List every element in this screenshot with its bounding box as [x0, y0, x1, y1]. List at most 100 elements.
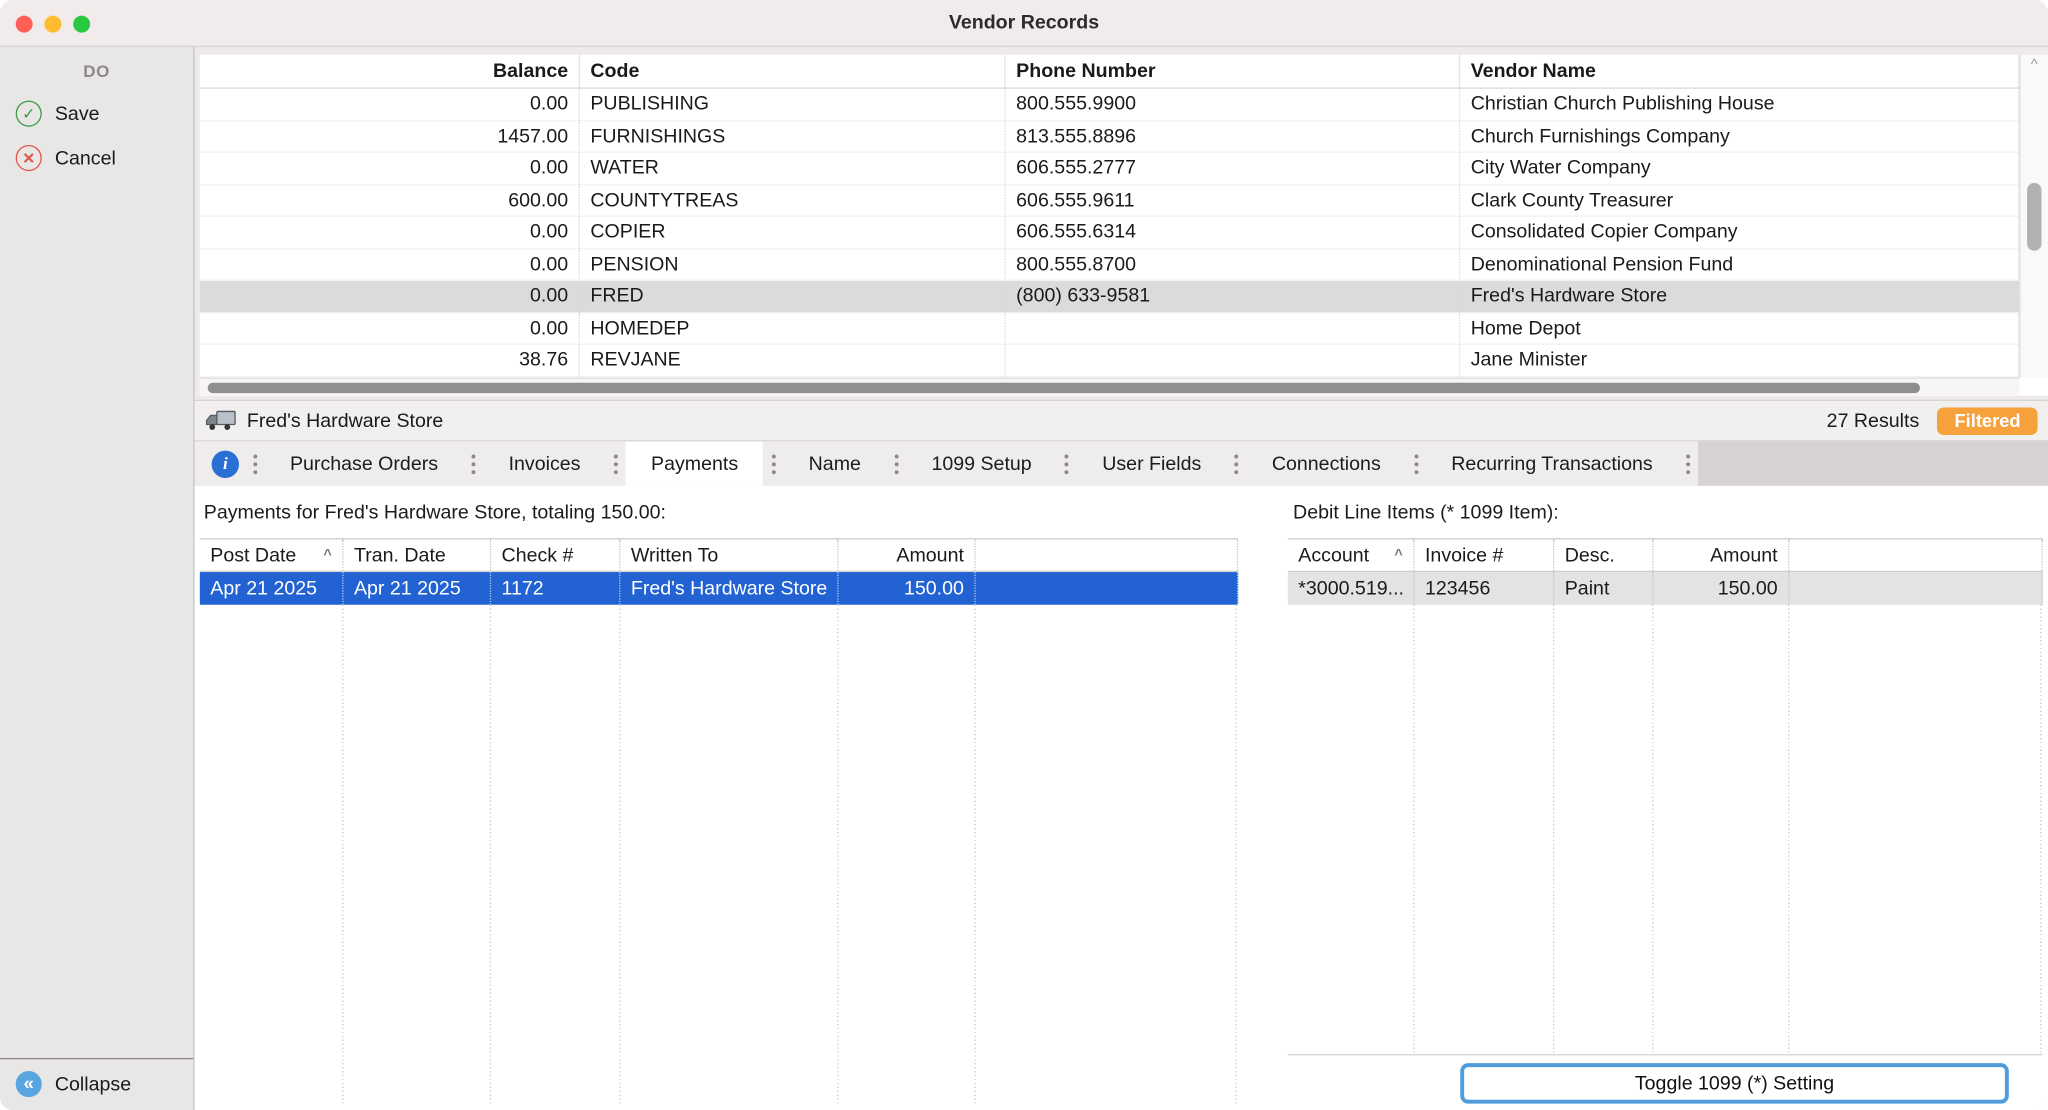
info-icon[interactable]: i [212, 450, 239, 477]
collapse-button[interactable]: « Collapse [0, 1059, 193, 1110]
column-header-post-date[interactable]: Post Date ^ [200, 539, 344, 570]
column-header-amount[interactable]: Amount [1654, 539, 1790, 570]
tab-recurring-transactions[interactable]: Recurring Transactions [1426, 441, 1677, 485]
window-title: Vendor Records [949, 12, 1099, 34]
tab-payments[interactable]: Payments [626, 441, 763, 485]
vendor-row[interactable]: 0.00 HOMEDEP Home Depot [200, 313, 2019, 345]
zoom-window-button[interactable] [73, 15, 90, 32]
column-header-written-to[interactable]: Written To [620, 539, 838, 570]
payment-post-date: Apr 21 2025 [200, 572, 344, 605]
vertical-scrollbar[interactable]: ^ [2019, 55, 2048, 378]
drag-handle-icon [244, 441, 265, 485]
close-window-button[interactable] [16, 15, 33, 32]
window-controls [16, 0, 90, 47]
vendor-name: Church Furnishings Company [1460, 121, 2019, 153]
vendor-phone: 606.555.2777 [1006, 153, 1461, 185]
vendor-balance: 38.76 [200, 345, 580, 377]
drag-handle-icon [1057, 441, 1078, 485]
column-header-label: Account [1298, 544, 1369, 566]
vendor-row[interactable]: 38.76 REVJANE Jane Minister [200, 345, 2019, 377]
tab-purchase-orders[interactable]: Purchase Orders [265, 441, 463, 485]
toggle-1099-setting-button[interactable]: Toggle 1099 (*) Setting [1460, 1063, 2009, 1103]
truck-icon [205, 410, 236, 431]
vendor-code: REVJANE [580, 345, 1006, 377]
column-header-invoice-number[interactable]: Invoice # [1415, 539, 1555, 570]
tab-bar-fill [1698, 441, 2048, 485]
vendor-row[interactable]: 0.00 PENSION 800.555.8700 Denominational… [200, 249, 2019, 281]
debit-desc: Paint [1554, 572, 1653, 605]
debit-invoice-number: 123456 [1415, 572, 1555, 605]
sidebar-section-header: DO [0, 47, 193, 91]
vendor-balance: 0.00 [200, 217, 580, 249]
payment-row-selected[interactable]: Apr 21 2025 Apr 21 2025 1172 Fred's Hard… [200, 572, 1238, 605]
cancel-button-label: Cancel [55, 147, 116, 169]
vendor-name: Jane Minister [1460, 345, 2019, 377]
tab-bar: i Purchase Orders Invoices Payments Name… [195, 441, 2048, 485]
vendor-code: FURNISHINGS [580, 121, 1006, 153]
column-header-account[interactable]: Account ^ [1288, 539, 1415, 570]
column-header-balance[interactable]: Balance [200, 55, 580, 88]
info-button-wrap: i [195, 441, 245, 485]
vendor-code: PUBLISHING [580, 89, 1006, 121]
vendor-phone [1006, 345, 1461, 377]
filtered-badge[interactable]: Filtered [1938, 407, 2038, 434]
collapse-chevrons-icon: « [16, 1071, 42, 1097]
drag-handle-icon [1678, 441, 1699, 485]
sort-ascending-icon: ^ [323, 547, 331, 563]
cancel-button[interactable]: × Cancel [0, 136, 193, 180]
vendor-row[interactable]: 0.00 PUBLISHING 800.555.9900 Christian C… [200, 89, 2019, 121]
column-header-empty [1789, 539, 2042, 570]
tab-user-fields[interactable]: User Fields [1077, 441, 1226, 485]
vendor-phone: 813.555.8896 [1006, 121, 1461, 153]
vendor-balance: 0.00 [200, 153, 580, 185]
vendor-name: Home Depot [1460, 313, 2019, 345]
debit-amount: 150.00 [1654, 572, 1790, 605]
tab-connections[interactable]: Connections [1247, 441, 1406, 485]
vendor-row[interactable]: 1457.00 FURNISHINGS 813.555.8896 Church … [200, 121, 2019, 153]
column-header-code[interactable]: Code [580, 55, 1006, 88]
column-header-amount[interactable]: Amount [839, 539, 976, 570]
horizontal-scrollbar[interactable] [200, 377, 2019, 395]
tab-1099-setup[interactable]: 1099 Setup [907, 441, 1057, 485]
save-button[interactable]: ✓ Save [0, 91, 193, 135]
tab-invoices[interactable]: Invoices [484, 441, 606, 485]
column-header-label: Post Date [210, 544, 296, 566]
debit-items-caption: Debit Line Items (* 1099 Item): [1293, 502, 1559, 524]
vendor-name: City Water Company [1460, 153, 2019, 185]
column-header-empty [976, 539, 1239, 570]
debit-line-items-table: Account ^ Invoice # Desc. Amount *3000.5… [1288, 538, 2043, 1055]
vendor-row[interactable]: 0.00 WATER 606.555.2777 City Water Compa… [200, 153, 2019, 185]
drag-handle-icon [605, 441, 626, 485]
check-icon: ✓ [16, 101, 42, 127]
horizontal-scrollbar-thumb[interactable] [208, 383, 1920, 393]
column-header-desc[interactable]: Desc. [1554, 539, 1653, 570]
tab-name[interactable]: Name [784, 441, 886, 485]
minimize-window-button[interactable] [44, 15, 61, 32]
column-header-phone-number[interactable]: Phone Number [1006, 55, 1461, 88]
results-count: 27 Results [1827, 409, 1920, 431]
debit-line-row-selected[interactable]: *3000.519... 123456 Paint 150.00 [1288, 572, 2043, 605]
vendor-code: COPIER [580, 217, 1006, 249]
vendor-code: WATER [580, 153, 1006, 185]
vendor-name: Clark County Treasurer [1460, 185, 2019, 217]
scroll-up-icon[interactable]: ^ [2021, 57, 2048, 73]
column-header-check-number[interactable]: Check # [491, 539, 620, 570]
vendor-phone [1006, 313, 1461, 345]
vendor-balance: 0.00 [200, 313, 580, 345]
debit-account: *3000.519... [1288, 572, 1415, 605]
vendor-name: Denominational Pension Fund [1460, 249, 2019, 281]
drag-handle-icon [1406, 441, 1427, 485]
vendor-phone: 800.555.8700 [1006, 249, 1461, 281]
titlebar: Vendor Records [0, 0, 2048, 47]
x-icon: × [16, 145, 42, 171]
sidebar-spacer [0, 180, 193, 1058]
column-header-vendor-name[interactable]: Vendor Name [1460, 55, 2019, 88]
vendor-row[interactable]: 0.00 COPIER 606.555.6314 Consolidated Co… [200, 217, 2019, 249]
record-bar: Fred's Hardware Store 27 Results Filtere… [195, 400, 2048, 442]
column-header-tran-date[interactable]: Tran. Date [344, 539, 492, 570]
payment-written-to: Fred's Hardware Store [620, 572, 838, 605]
vendor-balance: 0.00 [200, 89, 580, 121]
vertical-scrollbar-thumb[interactable] [2027, 183, 2041, 251]
vendor-row-selected[interactable]: 0.00 FRED (800) 633-9581 Fred's Hardware… [200, 281, 2019, 313]
vendor-row[interactable]: 600.00 COUNTYTREAS 606.555.9611 Clark Co… [200, 185, 2019, 217]
